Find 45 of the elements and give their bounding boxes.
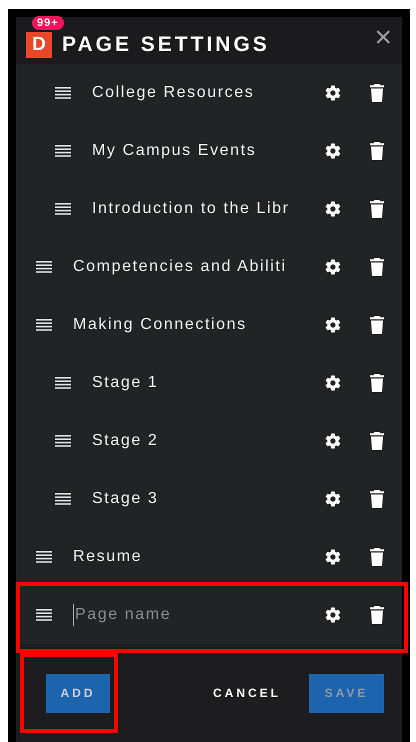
dialog-title: PAGE SETTINGS: [62, 32, 271, 56]
trash-icon[interactable]: [370, 606, 384, 624]
trash-icon[interactable]: [370, 84, 384, 102]
notification-badge: 99+: [32, 16, 64, 30]
trash-icon[interactable]: [370, 374, 384, 392]
page-name: Making Connections: [73, 316, 248, 334]
close-button[interactable]: ×: [374, 22, 392, 52]
trash-icon[interactable]: [370, 200, 384, 218]
add-button[interactable]: ADD: [46, 674, 110, 712]
page-name: My Campus Events: [92, 142, 258, 160]
drag-handle-icon[interactable]: [36, 261, 52, 273]
page-name: Introduction to the Libr: [92, 200, 291, 218]
drag-handle-icon[interactable]: [55, 493, 71, 505]
trash-icon[interactable]: [370, 548, 384, 566]
settings-icon[interactable]: [324, 84, 342, 102]
page-name: Stage 3: [92, 490, 160, 508]
drag-handle-icon[interactable]: [55, 145, 71, 157]
page-name-field[interactable]: Page name: [73, 604, 297, 626]
settings-icon[interactable]: [324, 142, 342, 160]
page-name: College Resources: [92, 84, 256, 102]
settings-icon[interactable]: [324, 606, 342, 624]
page-name: Stage 2: [92, 432, 160, 450]
trash-icon[interactable]: [370, 142, 384, 160]
settings-icon[interactable]: [324, 374, 342, 392]
trash-icon[interactable]: [370, 316, 384, 334]
settings-icon[interactable]: [324, 316, 342, 334]
drag-handle-icon[interactable]: [55, 87, 71, 99]
cancel-button[interactable]: CANCEL: [193, 674, 301, 712]
settings-icon[interactable]: [324, 490, 342, 508]
drag-handle-icon[interactable]: [55, 377, 71, 389]
page-name: Resume: [73, 548, 144, 566]
settings-icon[interactable]: [324, 548, 342, 566]
settings-icon[interactable]: [324, 258, 342, 276]
page-name: Stage 1: [92, 374, 160, 392]
settings-icon[interactable]: [324, 432, 342, 450]
drag-handle-icon[interactable]: [36, 319, 52, 331]
trash-icon[interactable]: [370, 432, 384, 450]
drag-handle-icon[interactable]: [55, 435, 71, 447]
trash-icon[interactable]: [370, 490, 384, 508]
trash-icon[interactable]: [370, 258, 384, 276]
drag-handle-icon[interactable]: [36, 609, 52, 621]
drag-handle-icon[interactable]: [55, 203, 71, 215]
page-name: Competencies and Abiliti: [73, 258, 288, 276]
settings-icon[interactable]: [324, 200, 342, 218]
drag-handle-icon[interactable]: [36, 551, 52, 563]
